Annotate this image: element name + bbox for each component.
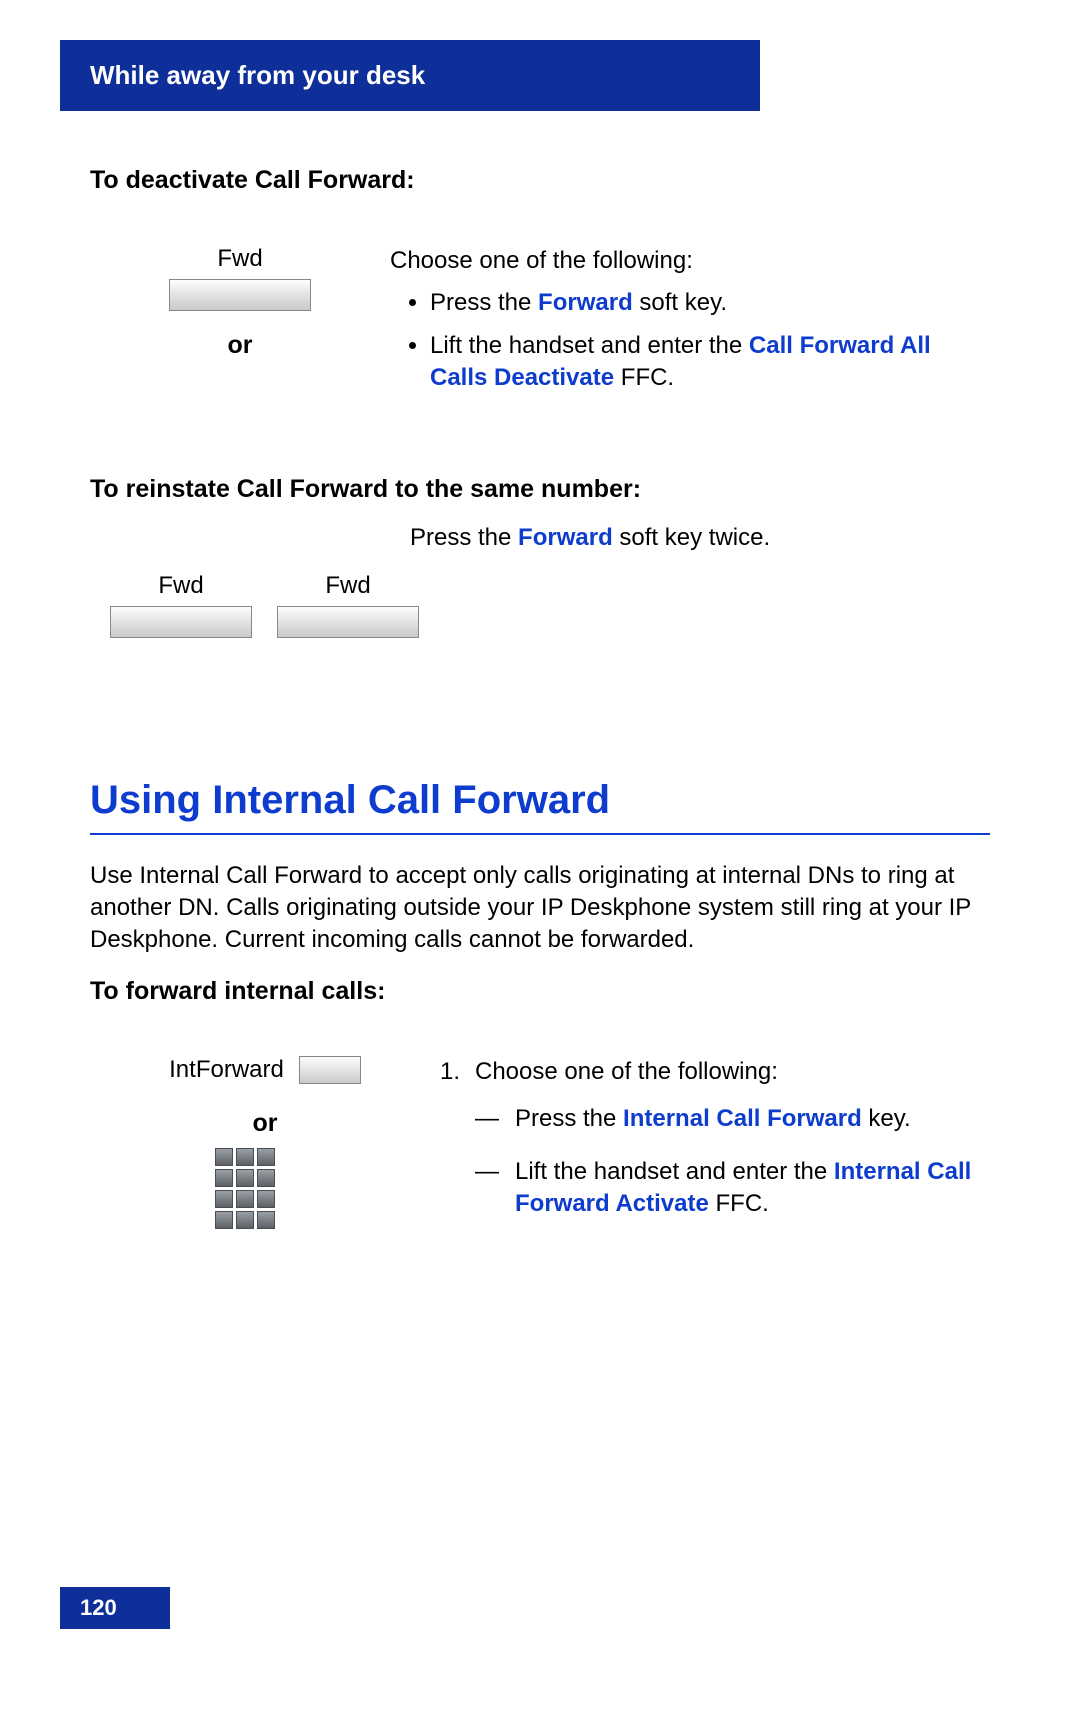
fwd-softkey-icon-2b [277,606,419,638]
two-fwd-keys: Fwd Fwd [110,572,419,658]
internal-right-col: 1. Choose one of the following: Press th… [440,1056,990,1245]
page-number-box: 120 [60,1587,170,1629]
choose-intro-2: Choose one of the following: [475,1056,990,1088]
intro-paragraph: Use Internal Call Forward to accept only… [90,860,990,957]
section-heading-forward-internal: To forward internal calls: [90,977,990,1006]
intforward-key-row: IntForward [90,1056,440,1084]
or-text-1: or [90,331,390,360]
reinstate-text: Press the Forward soft key twice. [410,524,770,552]
bullet-press-forward: Press the Forward soft key. [430,287,990,319]
main-heading-internal-forward: Using Internal Call Forward [90,778,990,835]
dash-press-internal: Press the Internal Call Forward key. [505,1103,990,1135]
page-header: While away from your desk [60,40,760,111]
internal-left-col: IntForward or [90,1056,440,1229]
bullet-lift-handset: Lift the handset and enter the Call Forw… [430,330,990,395]
deactivate-row: Fwd or Choose one of the following: Pres… [90,245,990,405]
choose-intro-1: Choose one of the following: [390,245,990,277]
deactivate-bullets: Press the Forward soft key. Lift the han… [390,287,990,394]
fwd-key-1: Fwd [110,572,252,658]
forward-term-1: Forward [538,289,633,316]
fwd-softkey-icon-2a [110,606,252,638]
forward-term-2: Forward [518,524,613,551]
section-heading-reinstate: To reinstate Call Forward to the same nu… [90,475,990,504]
deactivate-left-col: Fwd or [90,245,390,360]
fwd-label: Fwd [90,245,390,273]
keypad-icon [215,1148,275,1229]
fwd-key-2: Fwd [277,572,419,658]
fwd-softkey-icon [169,279,311,311]
or-text-2: or [90,1109,440,1138]
internal-forward-row: IntForward or 1. Choose [90,1056,990,1245]
page-number: 120 [80,1595,117,1620]
step-1: 1. Choose one of the following: Press th… [440,1056,990,1245]
intforward-label: IntForward [169,1056,284,1084]
intforward-key-icon [299,1056,361,1084]
page-content: To deactivate Call Forward: Fwd or Choos… [0,111,1080,1244]
dash-lift-handset: Lift the handset and enter the Internal … [505,1156,990,1221]
internal-dash-list: Press the Internal Call Forward key. Lif… [475,1103,990,1220]
section-heading-deactivate: To deactivate Call Forward: [90,166,990,195]
document-page: While away from your desk To deactivate … [0,40,1080,1709]
header-title: While away from your desk [90,60,425,90]
fwd-label-2b: Fwd [277,572,419,600]
fwd-label-2a: Fwd [110,572,252,600]
reinstate-row: Press the Forward soft key twice. Fwd Fw… [90,524,990,658]
step-number: 1. [440,1056,475,1245]
internal-call-forward-term: Internal Call Forward [623,1105,862,1132]
deactivate-right-col: Choose one of the following: Press the F… [390,245,990,405]
